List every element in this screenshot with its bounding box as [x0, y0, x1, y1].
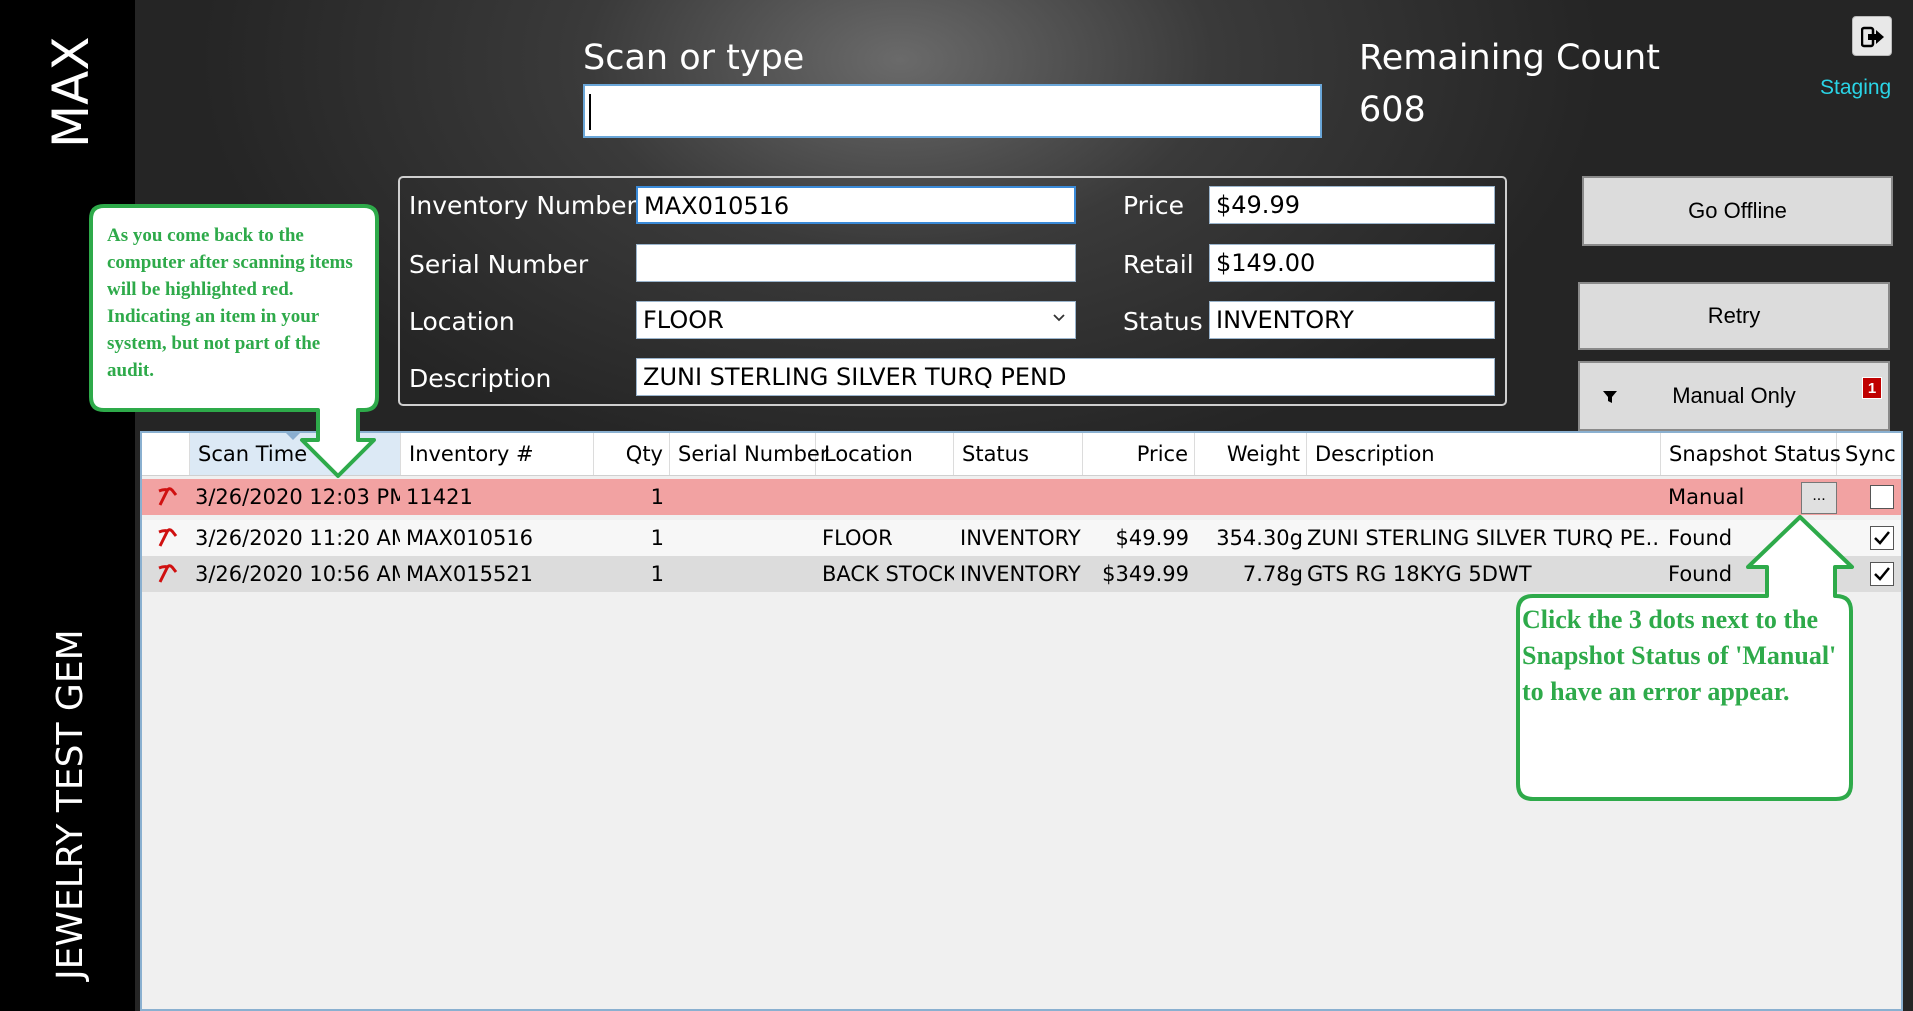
- location-label: Location: [409, 307, 515, 336]
- cell-weight: 354.30g: [1216, 526, 1303, 550]
- scan-input[interactable]: [583, 84, 1322, 138]
- remaining-count-value: 608: [1359, 90, 1426, 130]
- description-label: Description: [409, 364, 552, 393]
- cell-description: GTS RG 18KYG 5DWT: [1307, 562, 1532, 586]
- serial-number-field[interactable]: [636, 244, 1076, 282]
- table-row[interactable]: 3/26/2020 10:56 AM MAX015521 1 BACK STOC…: [142, 556, 1901, 592]
- chevron-down-icon: [1053, 314, 1065, 322]
- description-field[interactable]: ZUNI STERLING SILVER TURQ PEND: [636, 358, 1495, 396]
- delete-row-icon[interactable]: [156, 528, 180, 548]
- grid-header: Scan Time Inventory # Qty Serial Number …: [142, 433, 1901, 476]
- sort-arrow-icon: [286, 433, 300, 440]
- column-header-icon: [142, 433, 190, 475]
- cell-status: INVENTORY: [960, 526, 1081, 550]
- filter-icon: [1603, 391, 1617, 403]
- cell-inventory: 11421: [406, 485, 473, 509]
- cell-description: ZUNI STERLING SILVER TURQ PE...: [1307, 526, 1659, 550]
- check-icon: [1874, 567, 1890, 581]
- cell-qty: 1: [650, 562, 664, 586]
- company-name: JEWELRY TEST GEM: [50, 629, 91, 980]
- manual-only-label: Manual Only: [1672, 383, 1796, 408]
- column-header-description[interactable]: Description: [1307, 433, 1661, 475]
- cell-inventory: MAX010516: [406, 526, 534, 550]
- cell-scan-time: 3/26/2020 11:20 AM: [195, 526, 400, 550]
- column-header-serial-number[interactable]: Serial Number: [670, 433, 828, 475]
- serial-number-label: Serial Number: [409, 250, 589, 279]
- app-name: MAX: [42, 36, 100, 148]
- callout-right-text: Click the 3 dots next to the Snapshot St…: [1522, 605, 1837, 706]
- column-header-weight[interactable]: Weight: [1195, 433, 1307, 475]
- scan-label: Scan or type: [583, 38, 805, 78]
- cell-status: INVENTORY: [960, 562, 1081, 586]
- retail-field[interactable]: $149.00: [1209, 244, 1495, 282]
- location-select-value: FLOOR: [636, 301, 1076, 339]
- column-header-location[interactable]: Location: [816, 433, 954, 475]
- exit-button[interactable]: [1852, 16, 1892, 56]
- inventory-number-field[interactable]: MAX010516: [636, 186, 1076, 224]
- cell-location: FLOOR: [822, 526, 893, 550]
- location-select[interactable]: FLOOR: [636, 301, 1076, 339]
- delete-row-icon[interactable]: [156, 487, 180, 507]
- scan-grid: Scan Time Inventory # Qty Serial Number …: [140, 431, 1903, 1011]
- retry-button[interactable]: Retry: [1578, 282, 1890, 350]
- environment-label: Staging: [1820, 76, 1892, 99]
- status-label: Status: [1123, 307, 1203, 336]
- sync-checkbox[interactable]: [1870, 562, 1894, 586]
- column-header-sync[interactable]: Sync: [1837, 433, 1901, 475]
- delete-row-icon[interactable]: [156, 564, 180, 584]
- cell-location: BACK STOCK: [822, 562, 954, 586]
- sidebar: MAX JEWELRY TEST GEM: [0, 0, 135, 1011]
- sync-checkbox[interactable]: [1870, 485, 1894, 509]
- column-header-inventory[interactable]: Inventory #: [401, 433, 594, 475]
- table-row[interactable]: 3/26/2020 11:20 AM MAX010516 1 FLOOR INV…: [142, 520, 1901, 556]
- cell-snapshot-status: Manual: [1668, 485, 1745, 509]
- cell-scan-time: 3/26/2020 12:03 PM: [195, 485, 400, 509]
- price-label: Price: [1123, 191, 1184, 220]
- price-field[interactable]: $49.99: [1209, 186, 1495, 224]
- manual-count-badge: 1: [1862, 377, 1882, 399]
- status-field[interactable]: INVENTORY: [1209, 301, 1495, 339]
- cell-snapshot-status: Found: [1668, 526, 1733, 550]
- go-offline-button[interactable]: Go Offline: [1582, 176, 1893, 246]
- retry-label: Retry: [1707, 303, 1761, 328]
- retail-label: Retail: [1123, 250, 1194, 279]
- cell-price: $349.99: [1102, 562, 1189, 586]
- inventory-number-label: Inventory Number: [409, 191, 637, 220]
- cell-inventory: MAX015521: [406, 562, 534, 586]
- exit-icon: [1861, 26, 1884, 48]
- column-header-qty[interactable]: Qty: [594, 433, 670, 475]
- cell-qty: 1: [650, 526, 664, 550]
- cell-qty: 1: [650, 485, 664, 509]
- column-header-status[interactable]: Status: [954, 433, 1083, 475]
- cell-snapshot-status: Found: [1668, 562, 1733, 586]
- table-row[interactable]: 3/26/2020 12:03 PM 11421 1 Manual ...: [142, 479, 1901, 515]
- cell-price: $49.99: [1115, 526, 1189, 550]
- go-offline-label: Go Offline: [1688, 198, 1787, 223]
- column-header-snapshot-status[interactable]: Snapshot Status: [1661, 433, 1841, 475]
- cell-scan-time: 3/26/2020 10:56 AM: [195, 562, 400, 586]
- remaining-count-label: Remaining Count: [1359, 38, 1660, 78]
- snapshot-details-button[interactable]: ...: [1801, 482, 1837, 514]
- cell-weight: 7.78g: [1242, 562, 1303, 586]
- sync-checkbox[interactable]: [1870, 526, 1894, 550]
- check-icon: [1874, 531, 1890, 545]
- manual-only-filter-button[interactable]: Manual Only 1: [1578, 361, 1890, 431]
- column-header-price[interactable]: Price: [1083, 433, 1195, 475]
- callout-left-text: As you come back to the computer after s…: [107, 225, 353, 381]
